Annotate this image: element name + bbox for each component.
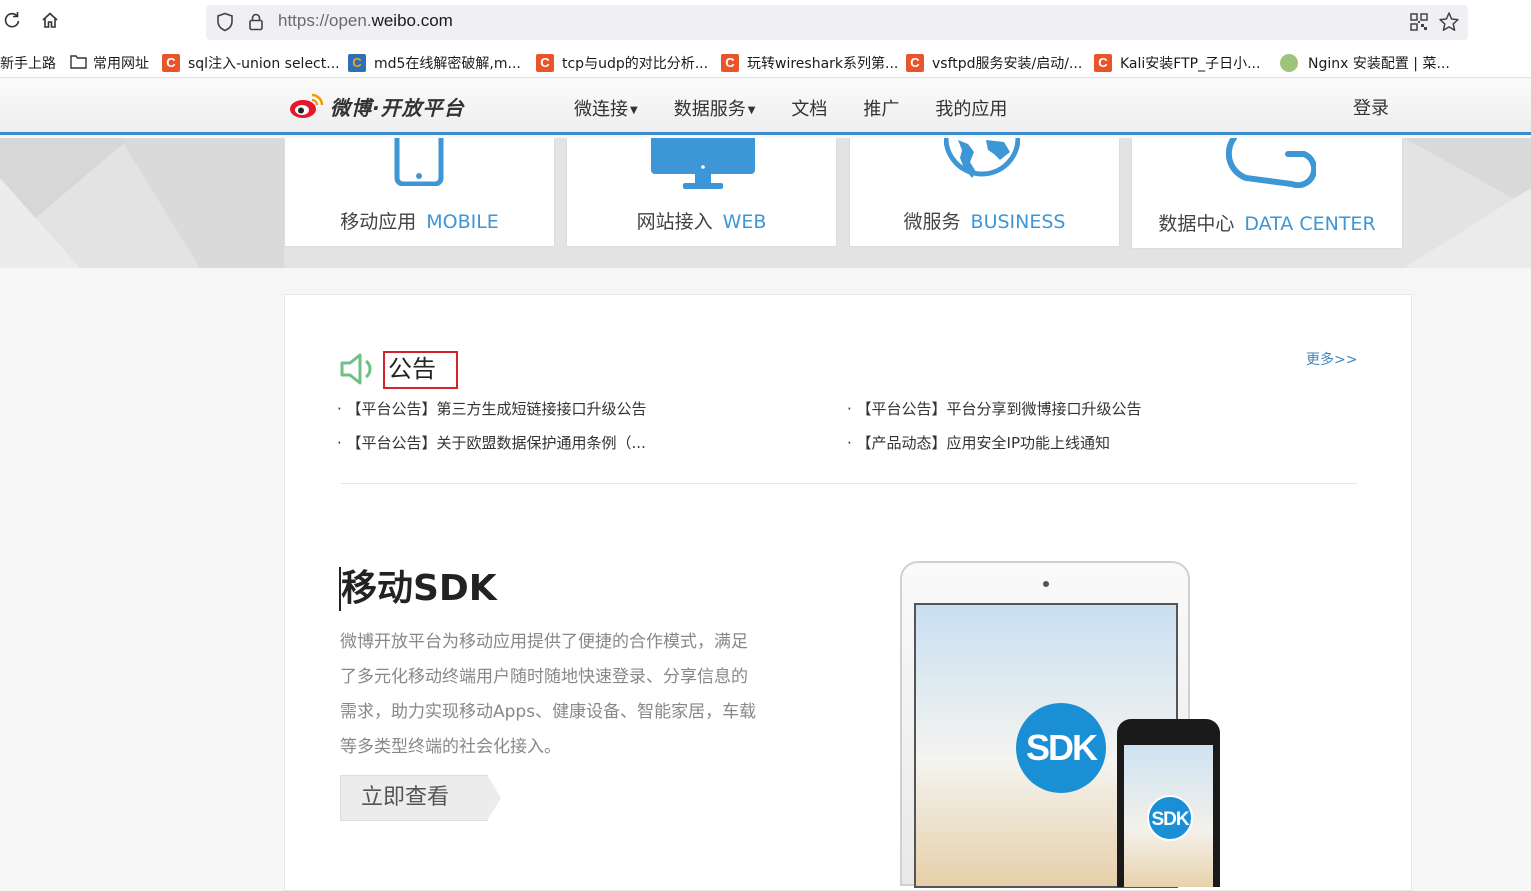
weibo-eye-icon	[290, 93, 324, 118]
csdn-icon: C	[906, 54, 924, 72]
sdk-title: 移动SDK	[339, 567, 497, 611]
main-nav: 微连接 ▼ 数据服务 ▼ 文档 推广 我的应用	[574, 95, 1043, 121]
card-web[interactable]: 网站接入 WEB	[566, 138, 837, 247]
nav-promotion[interactable]: 推广	[863, 95, 899, 121]
card-en: WEB	[722, 211, 767, 233]
card-zh: 数据中心	[1158, 213, 1235, 235]
notice-item[interactable]: · 【产品动态】应用安全IP功能上线通知	[847, 432, 1110, 453]
sdk-badge: SDK	[1016, 703, 1106, 793]
bookmark-folder[interactable]: 常用网址	[70, 53, 149, 73]
nav-weilianjie[interactable]: 微连接 ▼	[574, 95, 638, 121]
bookmark-item[interactable]: Cmd5在线解密破解,m...	[348, 53, 521, 73]
logo-text: 微博·开放平台	[330, 95, 465, 120]
nav-data-service[interactable]: 数据服务 ▼	[674, 95, 756, 121]
card-en: BUSINESS	[970, 211, 1066, 233]
nav-docs[interactable]: 文档	[791, 95, 827, 121]
card-caption: 移动应用 MOBILE	[285, 207, 554, 234]
nav-label: 数据服务	[673, 99, 746, 120]
bookmark-item[interactable]: Csql注入-union select...	[162, 53, 340, 73]
mobile-icon	[394, 138, 444, 186]
monitor-icon	[651, 138, 755, 189]
cmd5-icon: C	[348, 54, 366, 72]
card-zh: 移动应用	[340, 211, 417, 233]
divider	[341, 483, 1357, 484]
bookmarks-bar: 新手上路 常用网址 Csql注入-union select... Cmd5在线解…	[0, 45, 1531, 78]
card-business[interactable]: 微服务 BUSINESS	[849, 138, 1120, 247]
bookmark-label: tcp与udp的对比分析...	[562, 56, 709, 72]
card-zh: 网站接入	[636, 211, 713, 233]
bookmark-item[interactable]: Cvsftpd服务安装/启动/...	[906, 53, 1082, 73]
home-icon[interactable]	[38, 10, 62, 34]
view-now-button[interactable]: 立即查看	[340, 775, 501, 821]
card-caption: 数据中心 DATA CENTER	[1132, 209, 1402, 236]
bookmark-label: vsftpd服务安装/启动/...	[932, 56, 1083, 72]
nav-label: 微连接	[574, 99, 628, 120]
sdk-description: 微博开放平台为移动应用提供了便捷的合作模式，满足了多元化移动终端用户随时随地快速…	[340, 632, 757, 757]
bookmark-item[interactable]: C Kali安装FTP_子日小...	[1094, 53, 1260, 73]
nav-label: 我的应用	[935, 99, 1008, 120]
bookmark-label: sql注入-union select...	[188, 56, 340, 72]
bookmark-star-icon[interactable]	[1438, 11, 1460, 37]
globe-icon	[944, 138, 1020, 178]
sdk-badge-small: SDK	[1147, 795, 1193, 841]
cloud-icon	[1226, 138, 1316, 188]
notice-item[interactable]: · 【平台公告】第三方生成短链接接口升级公告	[337, 398, 647, 419]
more-link[interactable]: 更多>>	[1306, 349, 1357, 369]
csdn-icon: C	[1094, 54, 1112, 72]
bookmark-label: 常用网址	[93, 56, 149, 72]
lock-icon[interactable]	[248, 12, 264, 36]
notice-item[interactable]: · 【平台公告】关于欧盟数据保护通用条例（...	[337, 432, 646, 453]
site-header: 微博·开放平台 微连接 ▼ 数据服务 ▼ 文档 推广 我的应用 登录	[0, 79, 1531, 135]
address-bar[interactable]: https://open.weibo.com	[206, 5, 1468, 40]
csdn-icon: C	[536, 54, 554, 72]
bookmark-item[interactable]: Ctcp与udp的对比分析...	[536, 53, 708, 73]
bookmark-item[interactable]: C 玩转wireshark系列第...	[721, 53, 898, 73]
shield-icon[interactable]	[216, 12, 234, 36]
card-caption: 网站接入 WEB	[567, 207, 836, 234]
reload-icon[interactable]	[0, 10, 24, 34]
bookmark-label: 新手上路	[0, 56, 56, 72]
nav-my-apps[interactable]: 我的应用	[935, 95, 1007, 121]
bookmark-label: 玩转wireshark系列第...	[747, 56, 899, 72]
card-zh: 微服务	[903, 211, 961, 233]
bookmark-label: Kali安装FTP_子日小...	[1120, 56, 1261, 72]
card-en: MOBILE	[426, 211, 499, 233]
url-text[interactable]: https://open.weibo.com	[278, 11, 453, 31]
notice-title: 公告	[383, 351, 458, 389]
bookmark-label: md5在线解密破解,m...	[374, 56, 521, 72]
caret-down-icon: ▼	[630, 104, 638, 116]
bookmark-label: Nginx 安装配置 | 菜...	[1308, 56, 1450, 72]
tablet-camera	[1043, 581, 1049, 587]
nav-label: 文档	[791, 99, 828, 120]
runoob-icon	[1280, 54, 1298, 72]
caret-down-icon: ▼	[747, 104, 756, 116]
phone-screen: SDK	[1124, 745, 1213, 887]
qrcode-icon[interactable]	[1410, 13, 1428, 35]
notice-item[interactable]: · 【平台公告】平台分享到微博接口升级公告	[847, 398, 1142, 419]
bookmark-item[interactable]: Nginx 安装配置 | 菜...	[1280, 53, 1450, 73]
csdn-icon: C	[162, 54, 180, 72]
speaker-icon	[340, 353, 372, 385]
weibo-logo[interactable]: 微博·开放平台	[288, 91, 465, 121]
login-link[interactable]: 登录	[1353, 94, 1389, 120]
phone-illustration: SDK	[1117, 719, 1220, 887]
card-mobile[interactable]: 移动应用 MOBILE	[284, 138, 555, 247]
folder-icon	[70, 54, 87, 73]
nav-label: 推广	[863, 99, 900, 120]
card-en: DATA CENTER	[1244, 213, 1376, 235]
browser-toolbar: https://open.weibo.com	[0, 0, 1531, 45]
bookmark-item[interactable]: 新手上路	[0, 53, 56, 73]
csdn-icon: C	[721, 54, 739, 72]
content-panel: 公告 更多>> · 【平台公告】第三方生成短链接接口升级公告 · 【平台公告】平…	[284, 294, 1412, 891]
card-data-center[interactable]: 数据中心 DATA CENTER	[1131, 138, 1403, 249]
card-caption: 微服务 BUSINESS	[850, 207, 1119, 234]
